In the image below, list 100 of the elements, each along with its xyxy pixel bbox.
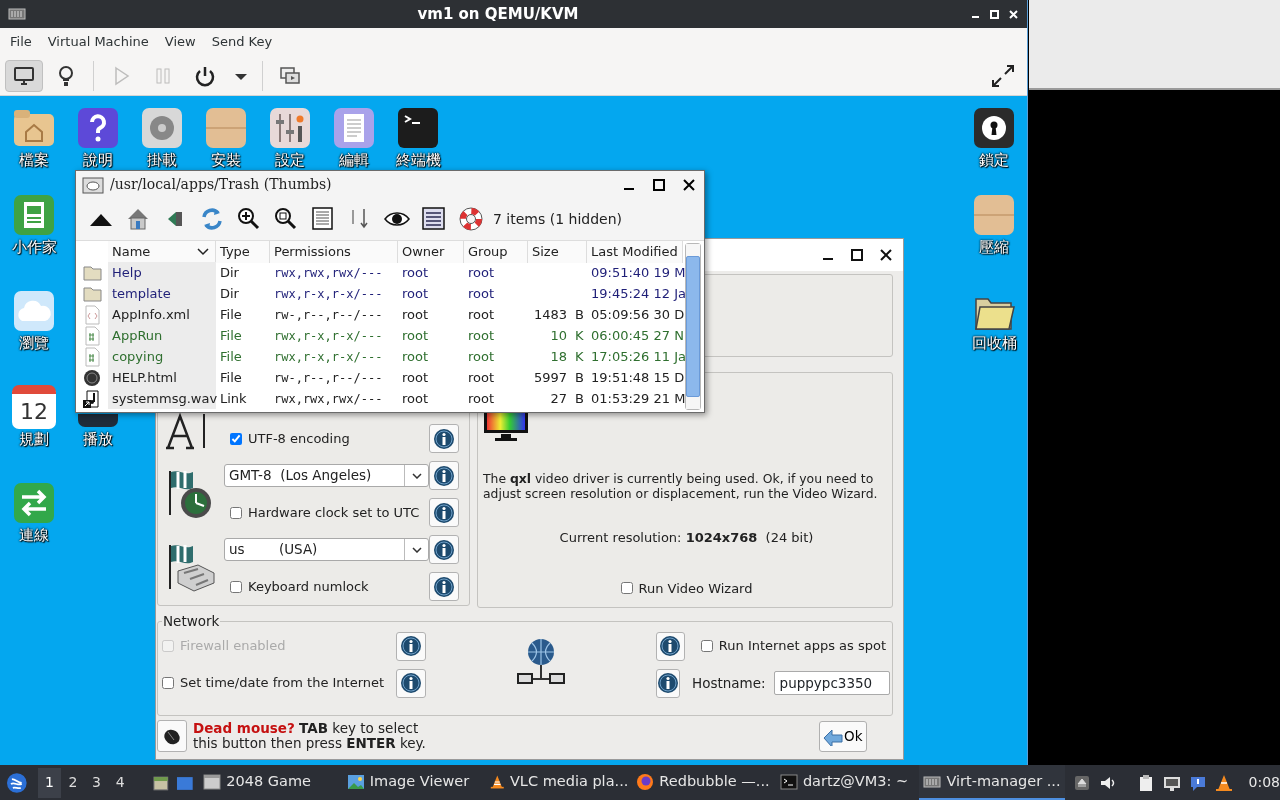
column-header[interactable]: Group [464, 240, 528, 263]
timezone-dropdown[interactable]: GMT-8 (Los Angeles) [224, 464, 429, 487]
table-cell-text: root [467, 263, 496, 282]
menu-item[interactable]: Virtual Machine [39, 32, 157, 52]
traffic-cone-icon[interactable] [1214, 773, 1233, 792]
window-title: /usr/local/apps/Trash (Thumbs) [110, 175, 333, 194]
script-file-icon [82, 346, 102, 367]
file-name[interactable]: AppRun [108, 325, 216, 346]
group-label: Network [162, 615, 221, 629]
table-cell-text: 01:53:29 21 M [590, 389, 683, 408]
checkbox-label: Firewall enabled [180, 637, 286, 656]
table-cell-text: 18 [549, 347, 568, 366]
chevron-icon[interactable] [411, 546, 422, 553]
table-cell-text: K [574, 347, 585, 366]
start-menu-icon[interactable] [6, 771, 28, 794]
keyboard-dropdown[interactable]: us (USA) [224, 538, 429, 561]
sliders-icon[interactable] [268, 106, 312, 150]
table-cell-text: File [219, 326, 243, 345]
file-name[interactable]: template [108, 283, 216, 304]
table-cell-text: Dir [219, 284, 240, 303]
checkbox[interactable] [620, 582, 633, 595]
chevron-icon[interactable] [411, 472, 422, 479]
column-header[interactable]: Name [108, 240, 216, 263]
column-header[interactable]: Owner [398, 240, 464, 263]
terminal-icon[interactable] [779, 772, 798, 791]
maximize-icon[interactable] [850, 248, 864, 262]
table-cell-text: File [219, 368, 243, 387]
globe-icon [82, 367, 102, 388]
clock: 0:08 [1248, 773, 1280, 792]
taskbar-button[interactable]: Redbubble —... [632, 765, 776, 800]
taskbar-button[interactable]: dartz@VM3: ~ [775, 765, 920, 800]
close-icon[interactable] [682, 177, 696, 192]
file-name[interactable]: HELP.html [108, 367, 216, 388]
menu-item[interactable]: File [2, 32, 40, 52]
file-name[interactable]: systemmsg.wav [108, 388, 216, 409]
checkbox[interactable] [700, 640, 713, 652]
file-manager-icon[interactable] [151, 773, 170, 792]
checkbox[interactable] [230, 506, 242, 519]
calendar-icon[interactable]: 12 [12, 385, 56, 429]
checkbox[interactable] [162, 677, 174, 689]
column-header[interactable]: Size [528, 240, 587, 263]
app-icon [8, 8, 26, 20]
table-cell-text: root [401, 284, 430, 303]
file-name[interactable]: AppInfo.xml [108, 304, 216, 325]
app-icon[interactable] [76, 414, 120, 429]
taskbar-button[interactable]: Virt-manager ... [919, 765, 1065, 800]
chevron-icon[interactable] [197, 247, 209, 256]
checkbox[interactable] [230, 580, 242, 593]
table-cell-text: rwx,r-x,r-x/--- [273, 285, 384, 303]
landscape-icon[interactable] [346, 772, 365, 791]
column-header[interactable]: Type [216, 240, 270, 263]
maximize-icon[interactable] [652, 177, 666, 192]
table-cell-text: K [574, 326, 585, 345]
table-cell-text: 09:51:40 19 M [590, 263, 683, 282]
table-cell-text: 05:09:56 30 D [590, 305, 683, 324]
checkbox[interactable] [230, 432, 242, 445]
table-cell-text: root [401, 263, 430, 282]
menu-item[interactable]: Send Key [203, 32, 281, 52]
eject-icon[interactable] [1072, 773, 1091, 792]
column-header[interactable]: Last Modified [587, 240, 683, 263]
mouse-button[interactable] [157, 720, 187, 752]
window-icon[interactable] [203, 772, 222, 791]
table-cell-text: root [467, 368, 496, 387]
table-cell-text: root [401, 389, 430, 408]
taskbar-button[interactable]: VLC media pla... [486, 765, 633, 800]
document-icon[interactable] [12, 193, 56, 237]
lock-icon[interactable] [972, 106, 1016, 150]
table-cell-text: rwx,rwx,rwx/--- [273, 390, 384, 408]
toolbar-button[interactable] [5, 59, 43, 92]
ok-button[interactable]: Ok [819, 720, 867, 752]
column-header[interactable]: Permissions [270, 240, 398, 263]
table-cell-text: root [467, 326, 496, 345]
table-cell-text: Link [219, 389, 248, 408]
table-cell-text: Dir [219, 263, 240, 282]
help-icon[interactable] [76, 106, 120, 150]
scrollbar[interactable] [685, 243, 701, 410]
workspace-button[interactable]: 1 [37, 767, 62, 798]
workspace-button[interactable]: 4 [108, 767, 132, 798]
close-icon[interactable] [879, 248, 893, 262]
table-cell-text: rwx,r-x,r-x/--- [273, 327, 384, 345]
table-cell-text: root [467, 284, 496, 303]
cloud-icon[interactable] [12, 289, 56, 333]
terminal-icon[interactable] [396, 106, 440, 150]
file-name[interactable]: Help [108, 262, 216, 283]
file-name[interactable]: copying [108, 346, 216, 367]
expand-icon[interactable] [990, 62, 1016, 89]
taskbar-button[interactable]: 2048 Game [199, 765, 343, 800]
globe-icon[interactable] [636, 772, 655, 791]
document-icon[interactable] [332, 106, 376, 150]
workspace-button[interactable]: 2 [61, 767, 85, 798]
table-cell-text: 10 [549, 326, 568, 345]
checkbox-label: Hardware clock set to UTC [248, 503, 420, 522]
taskbar-button[interactable]: Image Viewer [342, 765, 487, 800]
table-cell-text: root [467, 305, 496, 324]
workspace-button[interactable]: 3 [84, 767, 109, 798]
menu-item[interactable]: View [156, 32, 204, 52]
arrows-icon[interactable] [12, 481, 56, 525]
checkbox-label: Set time/date from the Internet [180, 674, 385, 693]
hostname-field[interactable]: puppypc3350 [773, 671, 890, 695]
link-file-icon [82, 388, 102, 409]
